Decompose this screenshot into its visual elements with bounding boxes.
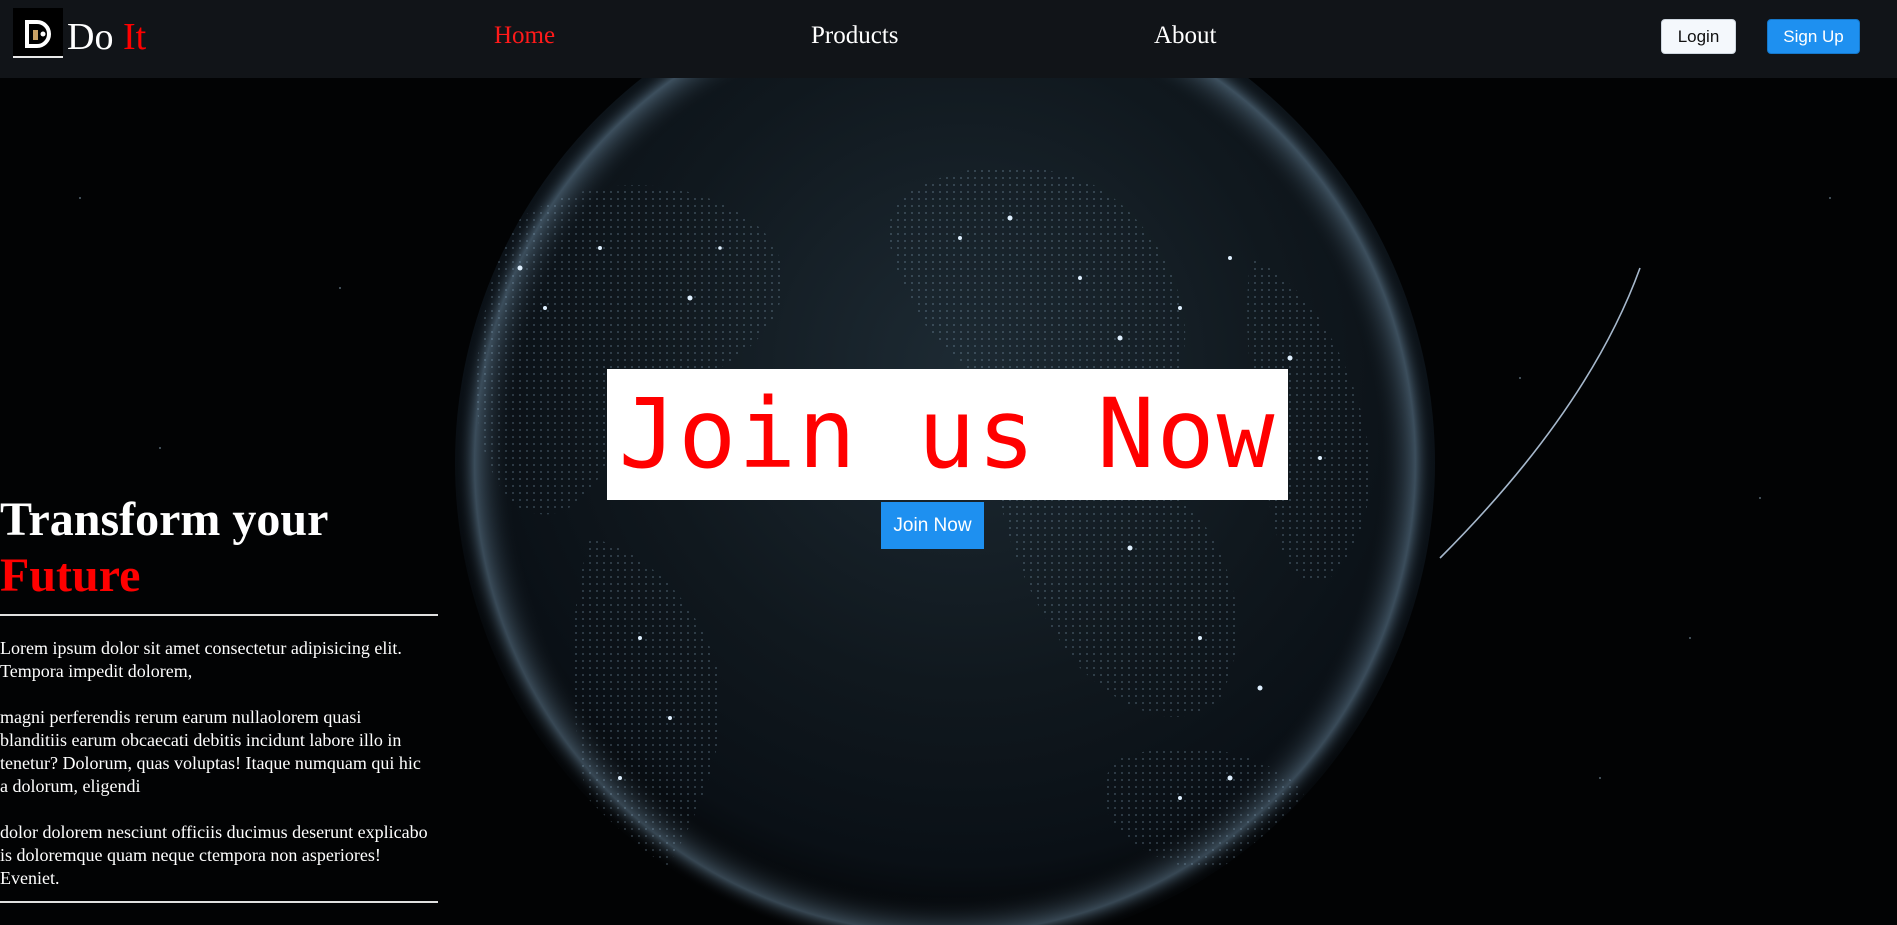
- nav-link-products[interactable]: Products: [811, 20, 899, 52]
- hero-headline: Transform your Future: [0, 492, 438, 604]
- logo-icon[interactable]: [13, 8, 63, 58]
- hero-paragraph-3: dolor dolorem nesciunt officiis ducimus …: [0, 822, 428, 888]
- headline-line2: Future: [0, 549, 141, 602]
- join-now-button[interactable]: Join Now: [881, 502, 984, 549]
- brand-name[interactable]: Do It: [67, 15, 146, 59]
- nav-link-about[interactable]: About: [1154, 20, 1217, 52]
- nav-link-home[interactable]: Home: [494, 20, 555, 52]
- hero-text-block: Transform your Future Lorem ipsum dolor …: [0, 492, 438, 903]
- join-banner: Join us Now: [607, 369, 1288, 500]
- top-navbar: Do It Home Products About Login Sign Up: [0, 0, 1897, 78]
- divider-top: [0, 614, 438, 616]
- brand-accent: It: [122, 16, 147, 58]
- signup-button[interactable]: Sign Up: [1767, 19, 1860, 54]
- login-button[interactable]: Login: [1661, 19, 1736, 54]
- hero-paragraph-2: magni perferendis rerum earum nullaolore…: [0, 707, 421, 796]
- divider-bottom: [0, 901, 438, 903]
- brand-prefix: Do: [67, 16, 114, 58]
- hero-paragraph-1: Lorem ipsum dolor sit amet consectetur a…: [0, 638, 402, 681]
- headline-line1: Transform your: [0, 493, 329, 546]
